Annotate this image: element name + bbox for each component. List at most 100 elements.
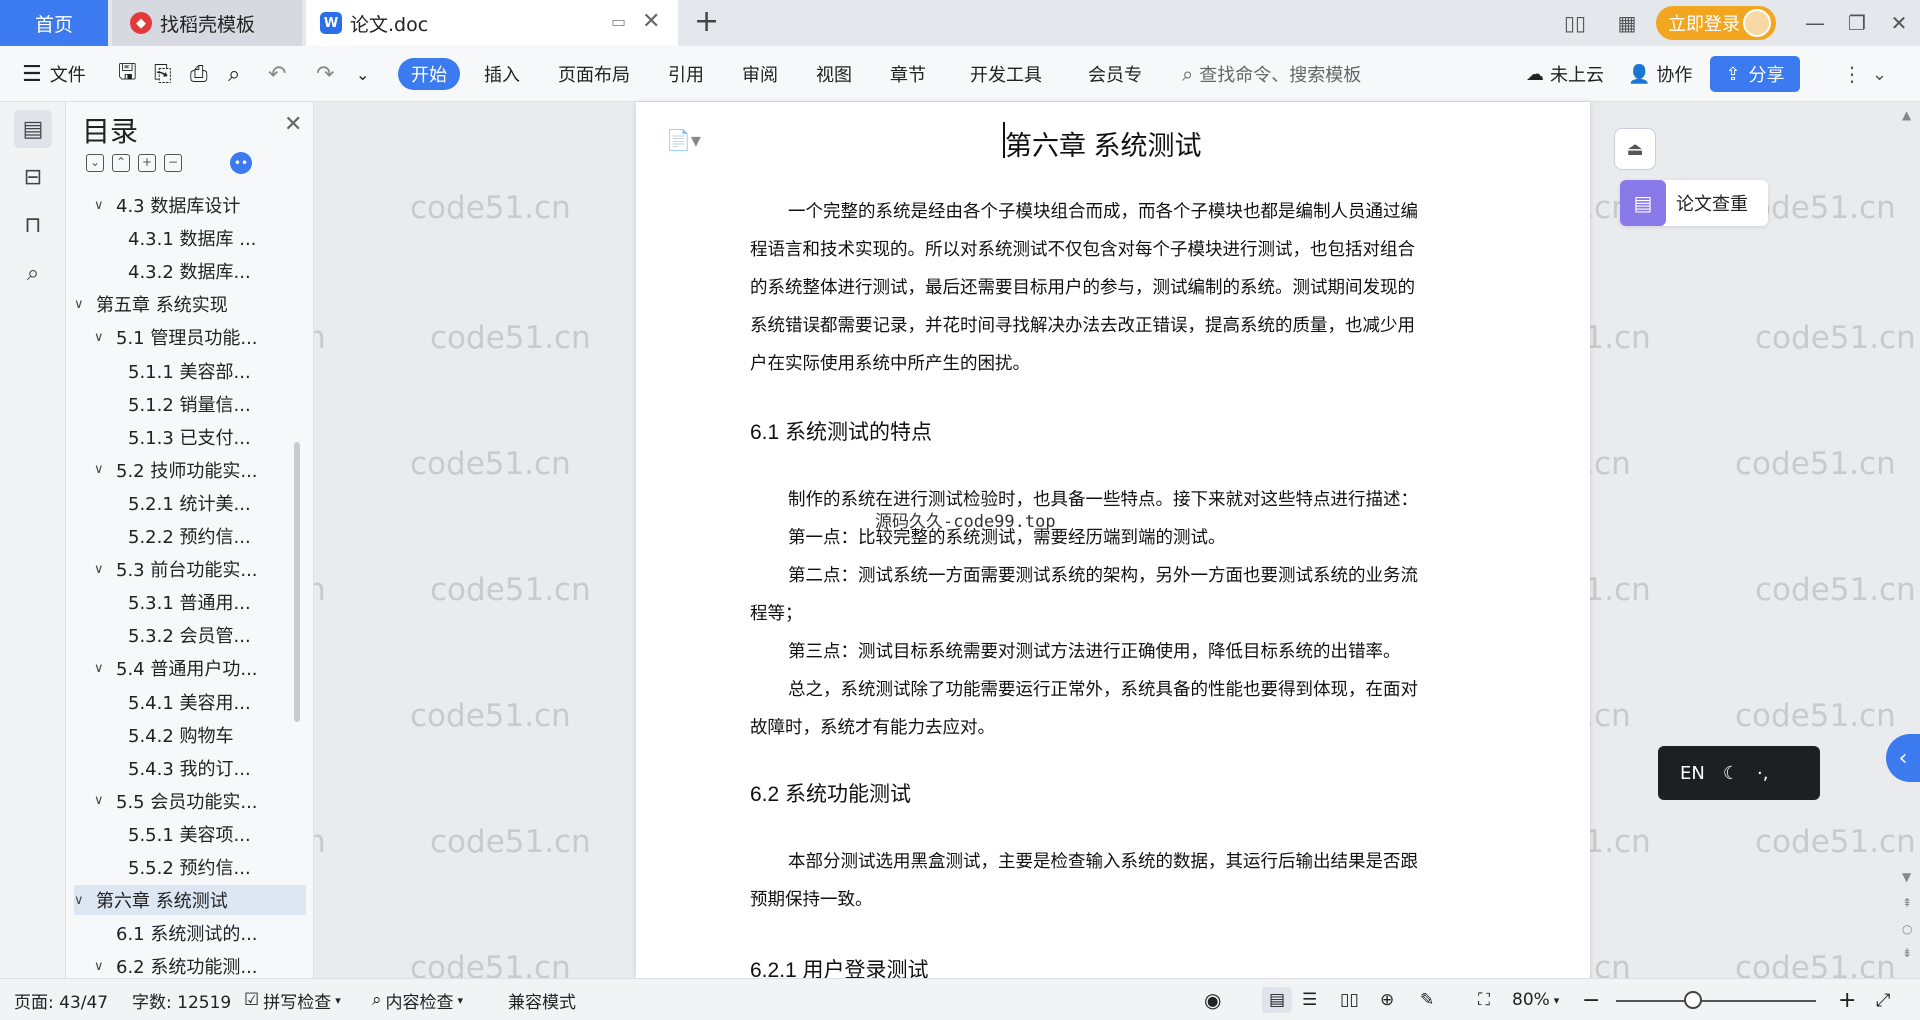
navigation-pane-icon[interactable]: ⊟: [14, 158, 52, 196]
find-icon[interactable]: ⌕: [14, 254, 52, 292]
ribbon-tab-developer[interactable]: 开发工具: [970, 58, 1042, 90]
chevron-down-icon[interactable]: ∨: [94, 562, 110, 577]
chevron-down-icon[interactable]: ∨: [94, 661, 110, 676]
moon-icon[interactable]: ☾: [1723, 763, 1739, 784]
select-browse-icon[interactable]: ○: [1902, 922, 1912, 936]
zoom-out-icon[interactable]: −: [1582, 987, 1600, 1013]
cloud-status-button[interactable]: ☁ 未上云: [1526, 58, 1604, 90]
prev-page-icon[interactable]: ⇞: [1902, 896, 1912, 910]
ribbon-tab-page-layout[interactable]: 页面布局: [558, 58, 630, 90]
side-panel-collapse-button[interactable]: ⏏: [1614, 128, 1656, 170]
toc-item[interactable]: 4.3.2 数据库...: [128, 256, 306, 286]
toc-item[interactable]: 5.4.3 我的订...: [128, 753, 306, 783]
chevron-down-icon[interactable]: ∨: [74, 893, 90, 908]
bookmark-icon[interactable]: ⊓: [14, 206, 52, 244]
zoom-level-button[interactable]: 80% ▾: [1512, 987, 1559, 1013]
toc-scrollbar[interactable]: [294, 442, 300, 722]
fullscreen-icon[interactable]: ⤢: [1876, 987, 1890, 1013]
tab-template[interactable]: ◆ 找稻壳模板: [112, 0, 302, 46]
export-pdf-icon[interactable]: ⎘: [154, 58, 172, 90]
collapse-ribbon-icon[interactable]: ⌄: [1872, 58, 1887, 90]
new-tab-button[interactable]: +: [694, 4, 719, 39]
page-view-icon[interactable]: ▤: [1262, 987, 1292, 1013]
zoom-slider-handle[interactable]: [1684, 991, 1702, 1009]
expand-side-panel-icon[interactable]: ‹: [1886, 734, 1920, 782]
toc-item[interactable]: ∨ 第五章 系统实现: [74, 289, 306, 319]
toc-item[interactable]: 5.3.2 会员管...: [128, 620, 306, 650]
scroll-down-icon[interactable]: ▼: [1902, 870, 1911, 884]
print-icon[interactable]: ⎙: [190, 58, 208, 90]
ime-language-label[interactable]: EN: [1680, 763, 1705, 784]
redo-icon[interactable]: ↷: [316, 58, 334, 90]
write-mode-icon[interactable]: ✎: [1420, 987, 1434, 1013]
toc-expand-icon[interactable]: ⌃: [112, 154, 130, 172]
restore-icon[interactable]: ❐: [1842, 8, 1872, 38]
share-button[interactable]: ⇪ 分享: [1710, 56, 1800, 92]
apps-grid-icon[interactable]: ▦: [1612, 8, 1642, 38]
command-search[interactable]: ⌕ 查找命令、搜索模板: [1182, 58, 1361, 90]
page-options-icon[interactable]: 📄▾: [666, 128, 701, 152]
quick-access-chevron-icon[interactable]: ⌄: [356, 58, 369, 90]
chevron-down-icon[interactable]: ∨: [94, 330, 110, 345]
fit-page-icon[interactable]: ⛶: [1478, 987, 1490, 1013]
ribbon-tab-start[interactable]: 开始: [398, 58, 460, 90]
punctuation-icon[interactable]: ·,: [1757, 763, 1768, 784]
print-preview-icon[interactable]: ⌕: [228, 58, 240, 90]
more-options-icon[interactable]: ⋮: [1842, 58, 1862, 90]
save-icon[interactable]: 🖫: [118, 58, 137, 90]
toc-panel-icon[interactable]: ▤: [14, 110, 52, 148]
chevron-down-icon[interactable]: ∨: [94, 793, 110, 808]
toc-item[interactable]: 4.3.1 数据库 ...: [128, 223, 306, 253]
toc-item[interactable]: 5.1.1 美容部...: [128, 356, 306, 386]
ribbon-tab-insert[interactable]: 插入: [484, 58, 520, 90]
web-view-icon[interactable]: ⊕: [1380, 987, 1394, 1013]
login-button[interactable]: 立即登录: [1656, 6, 1776, 40]
page-count[interactable]: 页面: 43/47: [14, 987, 108, 1013]
chevron-down-icon[interactable]: ∨: [74, 297, 90, 312]
toc-item[interactable]: ∨ 5.3 前台功能实...: [94, 554, 306, 584]
monitor-icon[interactable]: ▭: [611, 12, 626, 31]
toc-add-icon[interactable]: +: [138, 154, 156, 172]
layout-icon[interactable]: ▯▯: [1560, 8, 1590, 38]
ime-toolbar[interactable]: EN ☾ ·,: [1658, 746, 1820, 800]
toc-item[interactable]: 5.1.3 已支付...: [128, 422, 306, 452]
toc-item[interactable]: ∨ 5.4 普通用户功...: [94, 653, 306, 683]
toc-item[interactable]: ∨ 5.5 会员功能实...: [94, 786, 306, 816]
minimize-icon[interactable]: —: [1800, 8, 1830, 38]
toc-item[interactable]: ∨ 5.2 技师功能实...: [94, 455, 306, 485]
outline-view-icon[interactable]: ☰: [1302, 987, 1317, 1013]
scroll-up-icon[interactable]: ▲: [1902, 108, 1911, 122]
tab-home[interactable]: 首页: [0, 0, 108, 46]
toc-item[interactable]: 5.5.1 美容项...: [128, 819, 306, 849]
toc-item[interactable]: 5.5.2 预约信...: [128, 852, 306, 882]
vertical-scrollbar[interactable]: [1904, 130, 1912, 790]
ribbon-tab-references[interactable]: 引用: [668, 58, 704, 90]
file-menu-button[interactable]: ☰ 文件: [22, 58, 86, 90]
toc-item[interactable]: ∨ 6.2 系统功能测...: [94, 951, 306, 978]
toc-item[interactable]: ∨ 第六章 系统测试: [74, 885, 306, 916]
toc-remove-icon[interactable]: −: [164, 154, 182, 172]
ai-assistant-icon[interactable]: ••: [230, 152, 252, 174]
zoom-slider[interactable]: [1616, 1000, 1816, 1002]
toc-item[interactable]: 5.2.1 统计美...: [128, 488, 306, 518]
plagiarism-check-button[interactable]: ▤ 论文查重: [1620, 180, 1768, 226]
reading-view-icon[interactable]: ▯▯: [1340, 987, 1359, 1013]
toc-collapse-all-icon[interactable]: ⌄: [86, 154, 104, 172]
toc-item[interactable]: 5.1.2 销量信...: [128, 389, 306, 419]
chevron-down-icon[interactable]: ∨: [94, 198, 110, 213]
eye-protect-icon[interactable]: ◉: [1204, 987, 1221, 1013]
content-check-button[interactable]: ⌕ 内容检查 ▾: [372, 987, 463, 1013]
ribbon-tab-review[interactable]: 审阅: [742, 58, 778, 90]
toc-item[interactable]: ∨ 4.3 数据库设计: [94, 190, 306, 220]
toc-item[interactable]: 5.3.1 普通用...: [128, 587, 306, 617]
spell-check-button[interactable]: ☑ 拼写检查 ▾: [244, 987, 341, 1013]
toc-item[interactable]: ∨ 5.1 管理员功能...: [94, 322, 306, 352]
toc-item[interactable]: 5.4.2 购物车: [128, 720, 306, 750]
close-window-icon[interactable]: ✕: [1884, 8, 1914, 38]
tab-document[interactable]: W 论文.doc ▭ ✕: [306, 0, 678, 46]
collab-button[interactable]: 👤 协作: [1628, 58, 1692, 90]
undo-icon[interactable]: ↶: [268, 58, 286, 90]
toc-item[interactable]: 5.2.2 预约信...: [128, 521, 306, 551]
zoom-in-icon[interactable]: +: [1838, 987, 1856, 1013]
close-icon[interactable]: ✕: [284, 112, 302, 137]
